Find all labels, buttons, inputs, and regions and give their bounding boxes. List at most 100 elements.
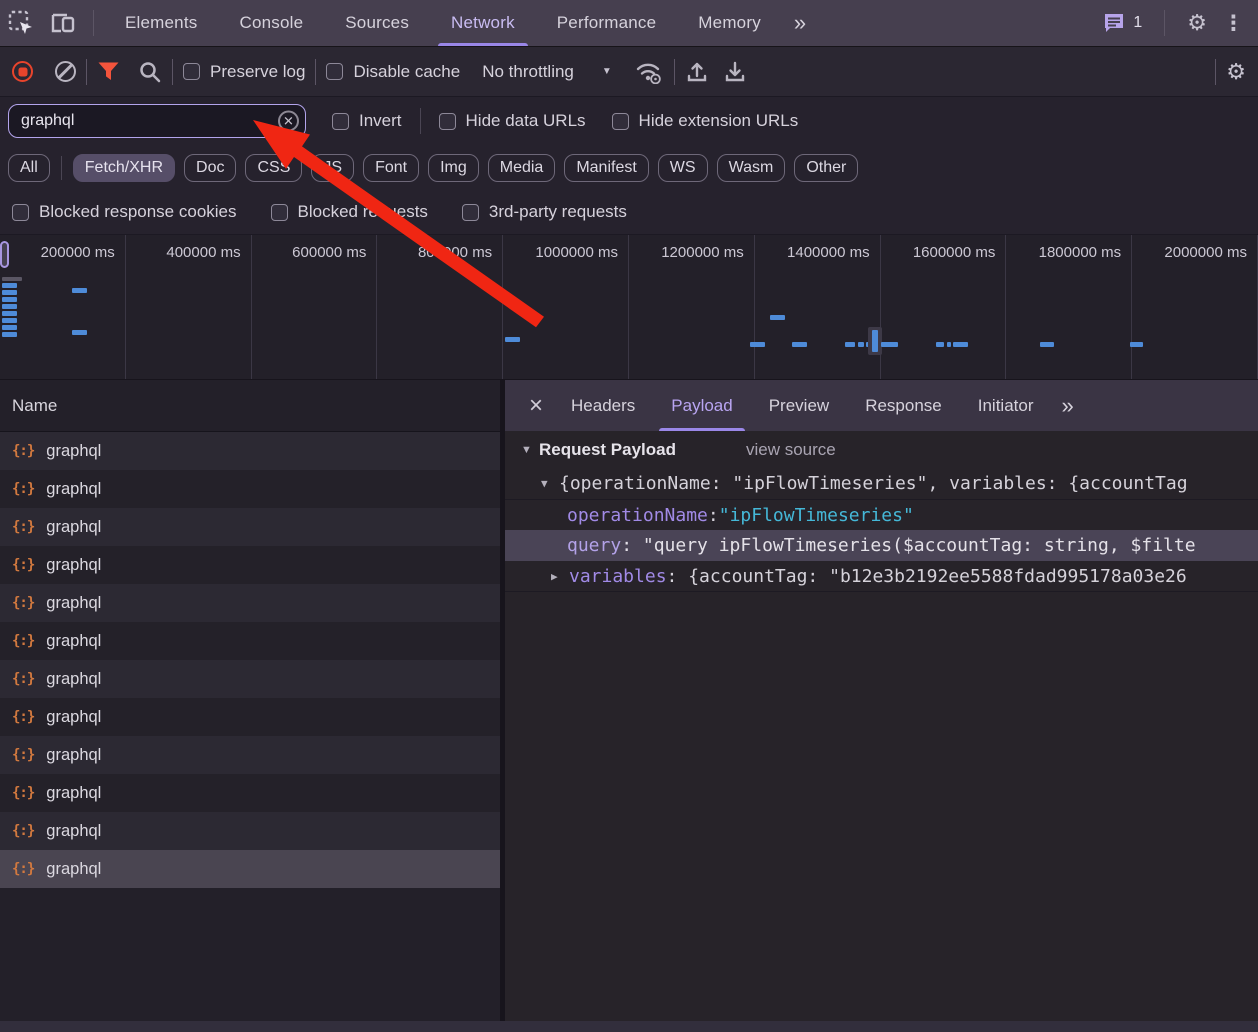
- chip-doc[interactable]: Doc: [184, 154, 236, 182]
- chip-all[interactable]: All: [8, 154, 50, 182]
- request-row[interactable]: {:}graphql: [0, 660, 500, 698]
- tab-memory[interactable]: Memory: [677, 0, 782, 46]
- request-name: graphql: [46, 480, 101, 499]
- waterfall-bar: [947, 342, 951, 347]
- chip-fetch-xhr[interactable]: Fetch/XHR: [73, 154, 175, 182]
- json-request-icon: {:}: [12, 633, 34, 649]
- request-table-panel: Name {:}graphql{:}graphql{:}graphql{:}gr…: [0, 380, 500, 1021]
- more-tabs-icon[interactable]: »: [782, 10, 818, 36]
- request-row[interactable]: {:}graphql: [0, 698, 500, 736]
- filter-input[interactable]: [8, 104, 306, 138]
- divider: [420, 108, 421, 134]
- request-name: graphql: [46, 708, 101, 727]
- third-party-checkbox[interactable]: [462, 204, 479, 221]
- export-har-icon[interactable]: [723, 60, 747, 84]
- chip-img[interactable]: Img: [428, 154, 479, 182]
- device-toolbar-icon[interactable]: [49, 10, 77, 36]
- tab-elements[interactable]: Elements: [104, 0, 218, 46]
- network-conditions-icon[interactable]: [634, 60, 664, 84]
- waterfall-bar: [2, 290, 17, 295]
- tab-preview[interactable]: Preview: [751, 380, 847, 431]
- request-name: graphql: [46, 518, 101, 537]
- divider: [61, 156, 62, 180]
- tab-headers[interactable]: Headers: [553, 380, 653, 431]
- devtools-window: Elements Console Sources Network Perform…: [0, 0, 1258, 1032]
- triangle-expanded-icon[interactable]: ▼: [521, 444, 539, 456]
- import-har-icon[interactable]: [685, 60, 709, 84]
- preserve-log-label: Preserve log: [210, 62, 305, 82]
- triangle-collapsed-icon[interactable]: ▶: [551, 570, 569, 583]
- inspect-element-icon[interactable]: [8, 10, 35, 37]
- divider: [86, 59, 87, 85]
- name-column-header[interactable]: Name: [0, 380, 500, 432]
- extra-filters-row: Blocked response cookies Blocked request…: [0, 190, 1258, 235]
- tab-performance[interactable]: Performance: [536, 0, 678, 46]
- triangle-expanded-icon[interactable]: ▼: [541, 477, 559, 490]
- request-row[interactable]: {:}graphql: [0, 850, 500, 888]
- tab-console[interactable]: Console: [218, 0, 324, 46]
- chip-manifest[interactable]: Manifest: [564, 154, 648, 182]
- tab-response[interactable]: Response: [847, 380, 960, 431]
- request-row[interactable]: {:}graphql: [0, 812, 500, 850]
- waterfall-bar: [2, 283, 17, 288]
- network-settings-gear-icon[interactable]: ⚙: [1226, 61, 1246, 83]
- request-row[interactable]: {:}graphql: [0, 584, 500, 622]
- waterfall-bar: [505, 337, 520, 342]
- clear-filter-icon[interactable]: ✕: [278, 111, 299, 132]
- disable-cache-checkbox[interactable]: [326, 63, 343, 80]
- payload-query-line[interactable]: query: "query ipFlowTimeseries($accountT…: [505, 530, 1258, 561]
- request-row[interactable]: {:}graphql: [0, 470, 500, 508]
- tab-payload[interactable]: Payload: [653, 380, 750, 431]
- chip-wasm[interactable]: Wasm: [717, 154, 786, 182]
- blocked-cookies-checkbox[interactable]: [12, 204, 29, 221]
- request-detail-panel: × Headers Payload Preview Response Initi…: [505, 380, 1258, 1021]
- kebab-menu-icon[interactable]: ⋮: [1219, 11, 1248, 36]
- request-row[interactable]: {:}graphql: [0, 508, 500, 546]
- issues-button[interactable]: 1: [1102, 12, 1142, 34]
- more-detail-tabs-icon[interactable]: »: [1052, 393, 1084, 419]
- payload-variables-line[interactable]: ▶ variables: {accountTag: "b12e3b2192ee5…: [505, 561, 1258, 592]
- chip-ws[interactable]: WS: [658, 154, 708, 182]
- payload-operation-line[interactable]: operationName: "ipFlowTimeseries": [505, 499, 1258, 530]
- filter-icon[interactable]: [97, 61, 120, 82]
- request-name: graphql: [46, 860, 101, 879]
- waterfall-bar: [2, 297, 17, 302]
- network-overview-timeline[interactable]: 200000 ms 400000 ms 600000 ms 800000 ms …: [0, 235, 1258, 380]
- third-party-label: 3rd-party requests: [489, 202, 627, 222]
- request-row[interactable]: {:}graphql: [0, 774, 500, 812]
- request-row[interactable]: {:}graphql: [0, 432, 500, 470]
- filter-row: ✕ Invert Hide data URLs Hide extension U…: [0, 97, 1258, 145]
- hide-data-urls-checkbox[interactable]: [439, 113, 456, 130]
- request-row[interactable]: {:}graphql: [0, 546, 500, 584]
- chip-media[interactable]: Media: [488, 154, 556, 182]
- clear-network-log-icon[interactable]: [55, 61, 76, 82]
- tab-network[interactable]: Network: [430, 0, 536, 46]
- preserve-log-checkbox[interactable]: [183, 63, 200, 80]
- settings-gear-icon[interactable]: ⚙: [1187, 12, 1207, 34]
- waterfall-bar: [1130, 342, 1143, 347]
- tab-sources[interactable]: Sources: [324, 0, 430, 46]
- request-payload-section[interactable]: ▼ Request Payload view source: [505, 431, 1258, 468]
- request-name: graphql: [46, 632, 101, 651]
- record-network-log-icon[interactable]: [12, 61, 33, 82]
- chip-other[interactable]: Other: [794, 154, 858, 182]
- view-source-link[interactable]: view source: [746, 440, 836, 460]
- waterfall-bar: [750, 342, 765, 347]
- request-row[interactable]: {:} graphql: [0, 622, 500, 660]
- search-icon[interactable]: [138, 60, 162, 84]
- tab-initiator[interactable]: Initiator: [960, 380, 1052, 431]
- blocked-requests-checkbox[interactable]: [271, 204, 288, 221]
- chevron-down-icon: ▼: [602, 66, 612, 77]
- chip-css[interactable]: CSS: [245, 154, 302, 182]
- chip-js[interactable]: JS: [311, 154, 354, 182]
- json-request-icon: {:}: [12, 443, 34, 459]
- invert-checkbox[interactable]: [332, 113, 349, 130]
- request-row[interactable]: {:}graphql: [0, 736, 500, 774]
- throttling-dropdown[interactable]: No throttling ▼: [482, 62, 612, 82]
- network-split-view: Name {:}graphql{:}graphql{:}graphql{:}gr…: [0, 380, 1258, 1021]
- hide-extension-urls-checkbox[interactable]: [612, 113, 629, 130]
- payload-root-line[interactable]: ▼ {operationName: "ipFlowTimeseries", va…: [505, 468, 1258, 499]
- timeline-brush-handle[interactable]: [0, 241, 9, 268]
- close-icon[interactable]: ×: [519, 394, 553, 418]
- chip-font[interactable]: Font: [363, 154, 419, 182]
